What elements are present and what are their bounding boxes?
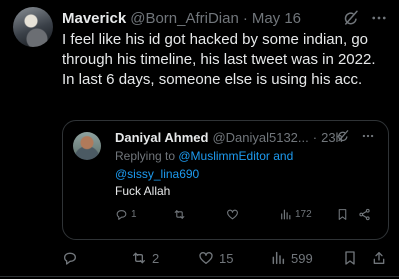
reply-icon [64,252,76,265]
mention-link[interactable]: @MuslimmEditor [178,149,270,163]
quoted-reply-count: 1 [131,208,137,220]
quoted-retweet-button[interactable] [173,205,189,223]
more-icon[interactable] [370,9,388,27]
author-handle[interactable]: @Born_AfriDian [130,10,239,27]
quoted-text: Fuck Allah [115,184,171,198]
replying-prefix: Replying to [115,149,179,163]
more-icon[interactable] [361,129,375,143]
tweet-text-line: I feel like his id got hacked by some in… [62,31,376,68]
like-icon [199,252,213,264]
views-count: 599 [291,250,313,266]
quoted-header: Daniyal Ahmed @Daniyal5132... · 23h [115,128,343,146]
quoted-separator: · [312,129,318,145]
views-button[interactable]: 599 [270,247,313,269]
share-button[interactable] [371,247,387,269]
quoted-author-name[interactable]: Daniyal Ahmed [115,130,208,145]
quoted-bookmark-button[interactable] [336,205,349,223]
grok-icon[interactable] [336,129,350,143]
tweet-text-line: In last 6 days, someone else is using hi… [62,71,363,88]
bookmark-icon [338,208,347,220]
author-name[interactable]: Maverick [62,10,126,27]
header-separator: · [242,9,248,27]
bookmark-button[interactable] [342,247,358,269]
like-icon [227,209,238,219]
tweet-header: Maverick @Born_AfriDian · May 16 [62,8,301,28]
quoted-author-avatar[interactable] [73,132,101,160]
quoted-views-button[interactable]: 172 [279,205,312,223]
mention-link[interactable]: @sissy_lina690 [115,167,199,181]
quoted-action-bar: 1 172 [63,205,388,223]
reply-icon [116,209,127,220]
replying-to: Replying to @MuslimmEditor and @sissy_li… [115,147,385,183]
views-icon [281,209,291,219]
grok-icon[interactable] [342,9,360,27]
quoted-author-handle[interactable]: @Daniyal5132... [212,130,308,145]
retweet-icon [174,209,185,219]
like-count: 15 [219,250,234,266]
retweet-count: 2 [152,250,160,266]
retweet-button[interactable]: 2 [131,247,159,269]
author-avatar[interactable] [13,7,53,47]
bookmark-icon [345,251,355,265]
tweet-date[interactable]: May 16 [252,10,301,27]
quoted-like-button[interactable] [226,205,242,223]
views-icon [272,251,285,265]
quoted-tweet[interactable]: Daniyal Ahmed @Daniyal5132... · 23h Repl… [62,120,389,240]
share-icon [373,252,385,264]
like-button[interactable]: 15 [198,247,233,269]
tweet-action-bar: 2 15 599 [0,247,399,269]
reply-button[interactable] [62,247,83,269]
retweet-icon [133,252,145,264]
quoted-share-button[interactable] [358,205,371,223]
bottom-divider [0,276,399,277]
replying-and: and [269,149,294,163]
quoted-reply-button[interactable]: 1 [115,205,137,223]
share-icon [359,208,370,220]
quoted-views-count: 172 [295,208,312,220]
tweet-text: I feel like his id got hacked by some in… [62,30,392,90]
